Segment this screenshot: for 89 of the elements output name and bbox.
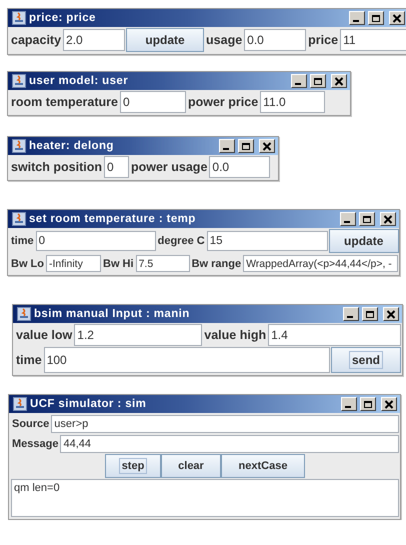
action-button[interactable]: update: [328, 229, 399, 253]
field-label: price: [307, 33, 340, 47]
minimize-button[interactable]: [219, 139, 235, 153]
minimize-button[interactable]: [343, 307, 359, 321]
action-button[interactable]: nextCase: [221, 454, 305, 478]
text-area[interactable]: qm len=0: [11, 479, 399, 517]
maximize-icon: [363, 400, 373, 408]
field-label: room temperature: [10, 95, 119, 109]
close-button[interactable]: [389, 11, 405, 25]
close-icon: [386, 310, 396, 318]
close-button[interactable]: [331, 74, 347, 88]
maximize-icon: [313, 76, 323, 86]
field-label: degree C: [156, 235, 206, 247]
minimize-button[interactable]: [291, 74, 307, 88]
field-label: switch position: [10, 160, 103, 174]
input-field[interactable]: -Infinity: [46, 255, 101, 272]
window-title: UCF simulator : sim: [30, 398, 146, 410]
app-icon: [17, 307, 31, 321]
action-button[interactable]: step: [105, 454, 161, 478]
window-title: bsim manual Input : manin: [34, 308, 190, 320]
maximize-button[interactable]: [359, 212, 375, 226]
minimize-button[interactable]: [349, 11, 365, 25]
minimize-icon: [295, 83, 301, 85]
maximize-button[interactable]: [238, 139, 254, 153]
maximize-button[interactable]: [368, 11, 384, 25]
close-icon: [262, 142, 272, 150]
input-field[interactable]: 0: [36, 231, 156, 251]
maximize-button[interactable]: [360, 397, 376, 411]
maximize-button[interactable]: [310, 74, 326, 88]
window-title: user model: user: [29, 75, 128, 87]
field-label: Bw Hi: [102, 258, 135, 270]
input-field[interactable]: 0.0: [209, 156, 270, 178]
field-label: power usage: [130, 160, 208, 174]
close-button[interactable]: [383, 307, 399, 321]
field-label: Source: [11, 418, 50, 430]
field-label: usage: [205, 33, 244, 47]
app-icon: [13, 397, 27, 411]
field-label: Bw Lo: [10, 258, 45, 270]
app-icon: [12, 74, 26, 88]
field-label: power price: [186, 95, 260, 109]
window-title: set room temperature : temp: [29, 213, 196, 225]
input-field[interactable]: 0: [104, 156, 129, 178]
field-label: value low: [15, 328, 74, 342]
input-field[interactable]: 15: [206, 231, 328, 251]
app-icon: [12, 11, 26, 25]
minimize-icon: [353, 20, 359, 22]
minimize-icon: [223, 148, 229, 150]
input-field[interactable]: 0: [120, 91, 186, 113]
input-field[interactable]: 7.5: [136, 255, 190, 272]
minimize-button[interactable]: [340, 212, 356, 226]
close-button[interactable]: [259, 139, 275, 153]
input-field[interactable]: WrappedArray(<p>44,44</p>, -: [243, 255, 398, 272]
input-field[interactable]: 100: [44, 347, 330, 373]
action-button[interactable]: clear: [161, 454, 221, 478]
input-field[interactable]: 0.0: [244, 29, 306, 51]
maximize-icon: [371, 14, 381, 22]
input-field[interactable]: 11.0: [260, 91, 326, 113]
app-icon: [12, 212, 26, 226]
maximize-icon: [365, 310, 375, 318]
input-field[interactable]: 1.2: [74, 324, 202, 346]
action-button[interactable]: update: [126, 28, 204, 52]
close-icon: [384, 400, 394, 408]
field-label: time: [10, 235, 35, 247]
close-icon: [334, 76, 344, 86]
input-field[interactable]: 2.0: [63, 29, 126, 51]
close-icon: [383, 214, 393, 224]
field-label: Message: [11, 438, 60, 450]
maximize-icon: [241, 142, 251, 150]
close-icon: [392, 14, 402, 22]
field-label: time: [15, 353, 43, 367]
field-label: Bw range: [190, 258, 242, 270]
input-field[interactable]: 44,44: [60, 434, 399, 452]
action-button[interactable]: send: [331, 347, 401, 373]
close-button[interactable]: [380, 212, 396, 226]
window-title: heater: delong: [29, 140, 114, 152]
window-title: price: price: [29, 12, 96, 24]
maximize-button[interactable]: [362, 307, 378, 321]
input-field[interactable]: 11: [340, 29, 406, 51]
minimize-button[interactable]: [341, 397, 357, 411]
minimize-icon: [344, 221, 350, 223]
app-icon: [12, 139, 26, 153]
field-label: value high: [203, 328, 268, 342]
minimize-icon: [347, 316, 353, 318]
minimize-icon: [345, 406, 351, 408]
maximize-icon: [362, 214, 372, 224]
close-button[interactable]: [381, 397, 397, 411]
input-field[interactable]: 1.4: [268, 324, 401, 346]
field-label: capacity: [10, 33, 62, 47]
input-field[interactable]: user>p: [51, 414, 399, 432]
